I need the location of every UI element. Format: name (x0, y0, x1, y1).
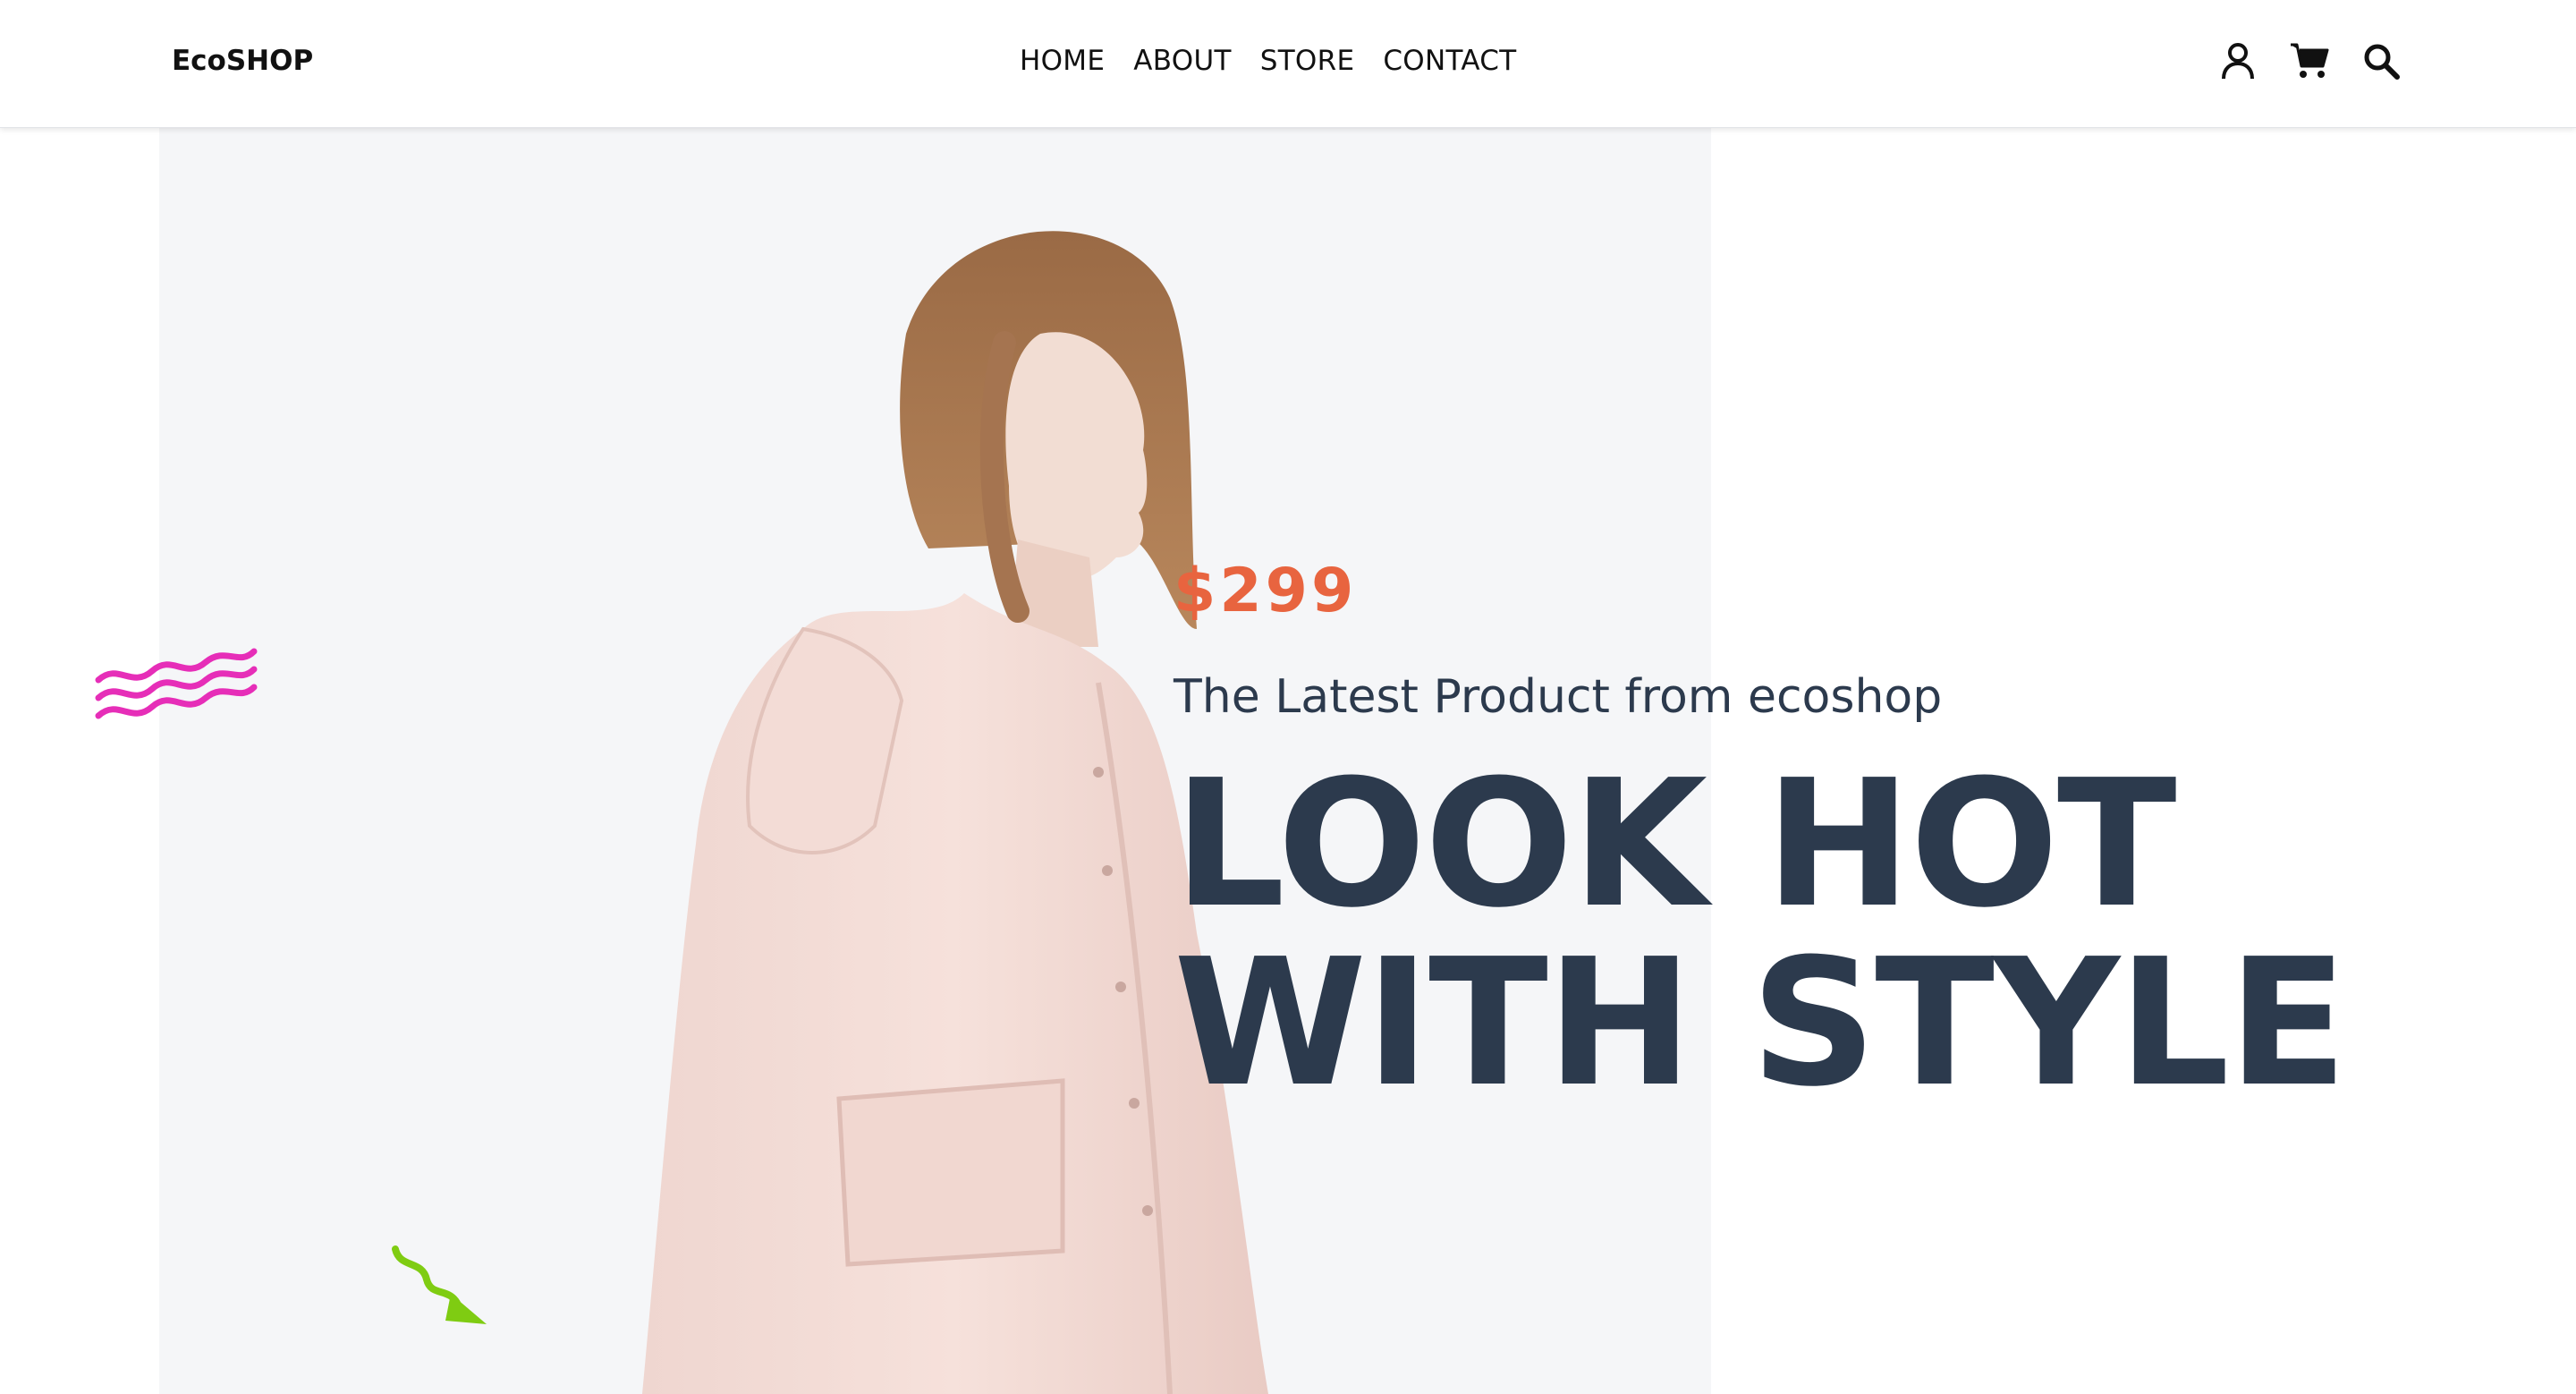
hero-headline: LOOK HOT WITH STYLE (1174, 743, 2348, 1126)
green-arrow-decoration (392, 1245, 487, 1324)
nav-store[interactable]: STORE (1260, 43, 1355, 79)
header-icons (2216, 39, 2402, 82)
cart-icon[interactable] (2288, 39, 2331, 82)
site-header: EcoSHOP HOME ABOUT STORE CONTACT (0, 0, 2576, 128)
hero-subtitle: The Latest Product from ecoshop (1174, 670, 1943, 724)
product-price: $299 (1174, 556, 1358, 626)
brand-logo[interactable]: EcoSHOP (172, 43, 313, 79)
search-icon[interactable] (2360, 39, 2402, 82)
nav-about[interactable]: ABOUT (1133, 43, 1231, 79)
hero-text-block: $299 The Latest Product from ecoshop LOO… (1174, 553, 2348, 1126)
headline-line-2: WITH STYLE (1174, 922, 2348, 1126)
nav-contact[interactable]: CONTACT (1383, 43, 1516, 79)
headline-line-1: LOOK HOT (1174, 743, 2177, 947)
main-nav: HOME ABOUT STORE CONTACT (1020, 43, 1516, 79)
pink-wave-decoration (95, 648, 258, 719)
user-icon[interactable] (2216, 39, 2259, 82)
nav-home[interactable]: HOME (1020, 43, 1105, 79)
